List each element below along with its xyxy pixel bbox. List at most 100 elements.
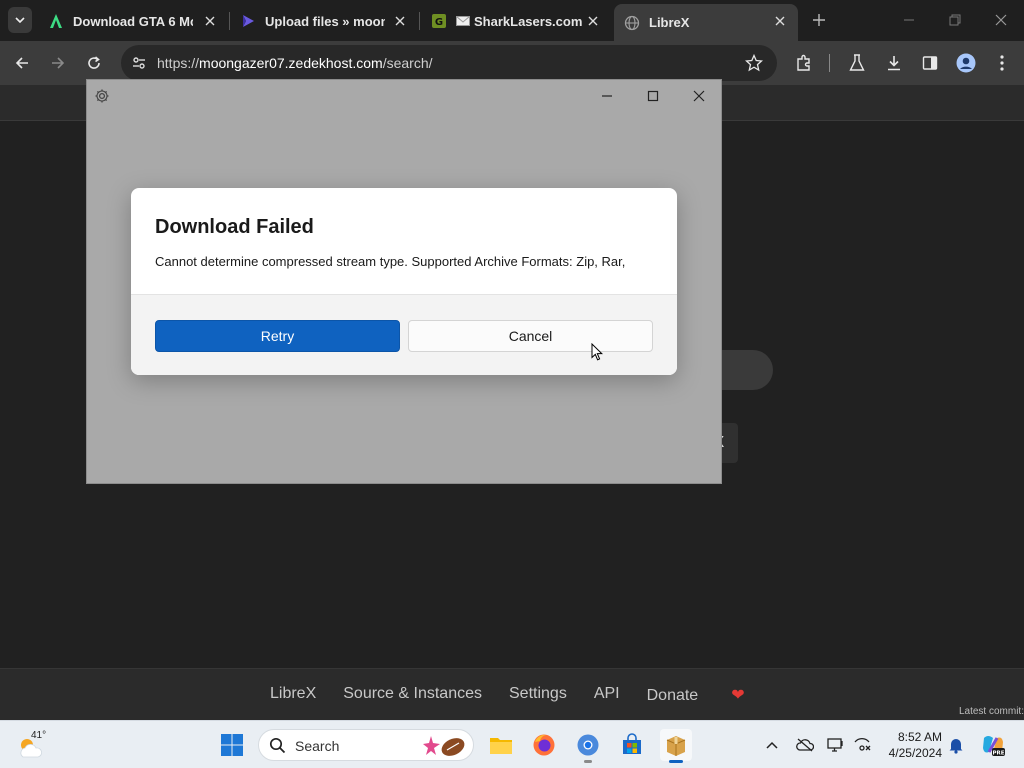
cancel-button[interactable]: Cancel	[408, 320, 653, 352]
download-icon	[888, 56, 900, 71]
close-tab-icon[interactable]	[772, 13, 788, 29]
search-highlight-icon	[423, 732, 469, 760]
copilot-pre-icon: PRE	[983, 736, 1005, 757]
arrow-left-icon	[15, 57, 28, 69]
monitor-icon	[827, 738, 843, 752]
footer-link-api[interactable]: API	[594, 685, 620, 705]
footer-link-donate[interactable]: Donate ❤	[647, 685, 772, 705]
svg-text:G: G	[435, 17, 443, 28]
heart-icon: ❤	[731, 687, 745, 704]
clock-time: 8:52 AM	[897, 730, 942, 744]
network-off-icon	[854, 738, 871, 751]
url-path: /search/	[382, 55, 433, 71]
tab-sharklasers[interactable]: G SharkLasers.com	[421, 4, 611, 38]
bell-icon	[949, 739, 963, 754]
dialog-footer: Retry Cancel	[131, 294, 677, 375]
labs-button[interactable]	[843, 49, 871, 77]
close-tab-icon[interactable]	[392, 13, 408, 29]
reload-icon	[88, 56, 100, 69]
tab-separator	[419, 12, 420, 30]
windows-logo-icon	[221, 734, 243, 756]
footer-link-librex[interactable]: LibreX	[270, 685, 316, 705]
toolbar-divider	[829, 54, 830, 72]
chevron-down-icon	[15, 17, 25, 23]
close-tab-icon[interactable]	[585, 13, 601, 29]
side-panel-icon	[922, 56, 938, 70]
page-footer: LibreX Source & Instances Settings API D…	[0, 668, 1024, 720]
footer-link-settings[interactable]: Settings	[509, 685, 567, 705]
more-vertical-icon	[1000, 55, 1004, 71]
minimize-icon[interactable]	[597, 86, 617, 106]
plus-icon	[813, 14, 825, 26]
store-bag-icon	[623, 733, 641, 754]
dialog-message: Cannot determine compressed stream type.…	[155, 254, 626, 269]
show-hidden-icons-button[interactable]	[762, 735, 782, 755]
android-a-icon	[48, 13, 64, 29]
forward-button[interactable]	[44, 49, 72, 77]
running-indicator	[669, 760, 683, 763]
bookmark-star-icon[interactable]	[745, 54, 763, 72]
onedrive-tray[interactable]	[795, 735, 815, 755]
footer-link-source[interactable]: Source & Instances	[343, 685, 482, 705]
mouse-cursor-icon	[591, 343, 603, 361]
tab-title: Download GTA 6 Mob	[73, 13, 193, 29]
close-tab-icon[interactable]	[202, 13, 218, 29]
copilot-button[interactable]: PRE	[980, 732, 1006, 758]
side-panel-button[interactable]	[916, 49, 944, 77]
globe-icon	[624, 15, 640, 31]
back-button[interactable]	[8, 49, 36, 77]
site-info-icon[interactable]	[131, 55, 147, 71]
mail-icon	[456, 16, 470, 26]
downloads-button[interactable]	[880, 49, 908, 77]
running-indicator	[584, 760, 592, 763]
tab-search-button[interactable]	[8, 7, 32, 33]
taskbar-chrome[interactable]	[572, 729, 604, 763]
close-icon[interactable]	[689, 86, 709, 106]
tab-upload[interactable]: Upload files » moon fi	[230, 4, 418, 38]
footer-links: LibreX Source & Instances Settings API D…	[270, 685, 772, 705]
new-tab-button[interactable]	[809, 10, 829, 30]
url-host: moongazer07.zedekhost.com	[199, 55, 383, 71]
address-bar[interactable]: https://moongazer07.zedekhost.com/search…	[121, 45, 777, 81]
restore-window-button[interactable]	[943, 8, 967, 32]
search-placeholder: Search	[295, 738, 340, 754]
chrome-icon	[577, 734, 599, 756]
network-tray[interactable]	[852, 735, 872, 755]
minimize-window-button[interactable]	[897, 8, 921, 32]
taskbar-store[interactable]	[616, 729, 648, 761]
tab-librex[interactable]: LibreX	[614, 4, 798, 41]
puzzle-piece-icon	[797, 54, 810, 71]
tab-gta[interactable]: Download GTA 6 Mob	[38, 4, 228, 38]
weather-widget[interactable]: 41°	[16, 729, 50, 761]
url-text[interactable]: https://moongazer07.zedekhost.com/search…	[157, 55, 433, 71]
sharklasers-g-icon: G	[431, 13, 447, 29]
flask-icon	[849, 54, 865, 71]
taskbar-installer[interactable]	[660, 729, 692, 763]
cloud-offline-icon	[796, 738, 814, 752]
menu-button[interactable]	[988, 49, 1016, 77]
taskbar-firefox[interactable]	[528, 729, 560, 761]
arrow-right-icon	[52, 57, 65, 69]
extensions-button[interactable]	[790, 49, 818, 77]
chevron-up-icon	[766, 741, 778, 749]
retry-button[interactable]: Retry	[155, 320, 400, 352]
url-scheme: https://	[157, 55, 200, 71]
gear-icon[interactable]	[92, 86, 112, 106]
taskbar-search-box[interactable]: Search	[258, 729, 474, 761]
start-button[interactable]	[216, 729, 248, 761]
profile-avatar-icon	[956, 53, 976, 73]
donate-label: Donate	[646, 687, 699, 704]
clock[interactable]: 8:52 AM 4/25/2024	[884, 729, 942, 761]
svg-text:PRE: PRE	[992, 751, 1004, 757]
display-tray[interactable]	[826, 735, 846, 755]
maximize-icon[interactable]	[643, 86, 663, 106]
reload-button[interactable]	[80, 49, 108, 77]
close-icon	[995, 14, 1007, 26]
close-window-button[interactable]	[989, 8, 1013, 32]
tab-title: Upload files » moon fi	[265, 13, 385, 29]
taskbar-file-explorer[interactable]	[485, 729, 517, 761]
notifications-button[interactable]	[946, 735, 966, 755]
search-icon	[269, 737, 286, 754]
profile-button[interactable]	[952, 49, 980, 77]
dialog-title: Download Failed	[155, 216, 314, 238]
